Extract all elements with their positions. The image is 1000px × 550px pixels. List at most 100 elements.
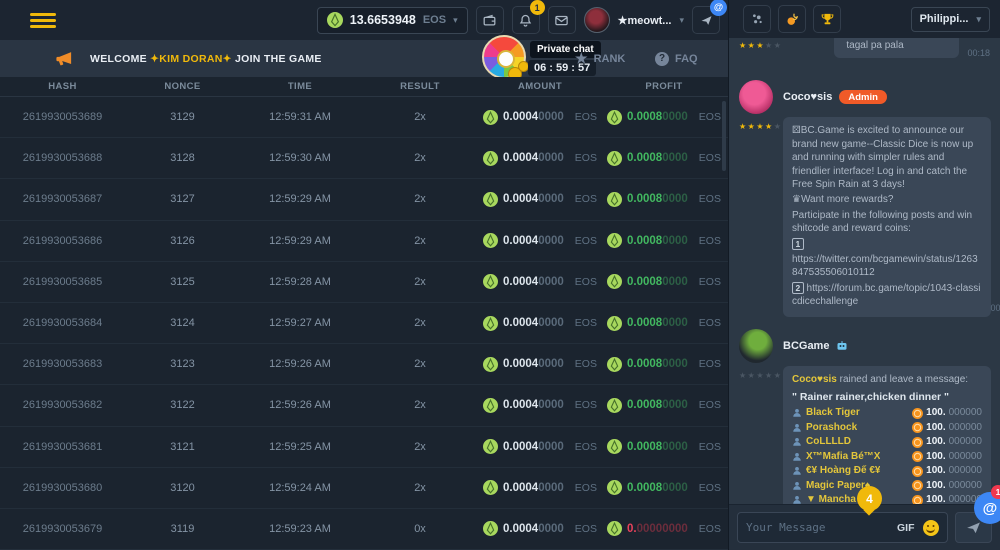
profit-cell: 0.00080000EOS [600,192,728,207]
profit-cell: 0.00080000EOS [600,439,728,454]
table-scrollbar[interactable] [722,101,726,171]
chat-username[interactable]: Coco♥sis [783,91,832,103]
link-text[interactable]: https://forum.bc.game/topic/1043-classic… [792,283,981,307]
avatar[interactable] [739,80,773,114]
menu-icon[interactable] [30,10,56,31]
notifications-badge: 1 [530,0,545,15]
balance-selector[interactable]: 13.6653948 EOS ▾ [317,7,468,34]
admin-badge: Admin [839,90,887,104]
table-row[interactable]: 2619930053686312612:59:29 AM2x 0.0004000… [0,221,728,262]
gif-button[interactable]: GIF [897,522,915,534]
rank-link[interactable]: ★ RANK [575,40,625,77]
table-row[interactable]: 2619930053683312312:59:26 AM2x 0.0004000… [0,344,728,385]
table-row[interactable]: 2619930053688312812:59:30 AM2x 0.0004000… [0,138,728,179]
table-row[interactable]: 2619930053684312412:59:27 AM2x 0.0004000… [0,303,728,344]
rain-recipient-row[interactable]: Magic Paper♠ 100.000000 [792,478,982,493]
table-row[interactable]: 2619930053680312012:59:24 AM2x 0.0004000… [0,468,728,509]
new-messages-badge[interactable]: 4 [857,486,882,511]
chat-message-input[interactable] [746,521,893,534]
trophy-icon [820,12,835,27]
eos-coin-icon [483,521,498,536]
notifications-button[interactable]: 1 [512,6,540,34]
amount-cell: 0.00040000EOS [480,521,600,536]
main-panel: 13.6653948 EOS ▾ 1 [0,0,728,550]
eos-coin-icon [483,192,498,207]
wallet-button[interactable] [476,6,504,34]
fireball-button[interactable] [778,5,806,33]
link-text[interactable]: https://twitter.com/bcgamewin/status/126… [792,253,982,280]
paper-plane-icon [699,13,714,28]
chat-header: Philippi... ▾ [729,0,1000,38]
table-row[interactable]: 2619930053687312712:59:29 AM2x 0.0004000… [0,179,728,220]
coin-icon [912,408,923,419]
user-icon [792,452,802,462]
eos-coin-icon [483,274,498,289]
rain-recipient-row[interactable]: X™Mafia Bé™X 100.000000 [792,449,982,464]
user-rating-stars: ★★★★★ [739,41,782,50]
avatar[interactable] [739,329,773,363]
table-row[interactable]: 2619930053685312512:59:28 AM2x 0.0004000… [0,262,728,303]
balance-currency: EOS [423,14,446,26]
user-rating-stars: ★★★★★ [739,122,779,131]
rain-quote: " Rainer rainer,chicken dinner " [792,390,982,404]
message-bubble: tagal pa pala [834,38,959,58]
contest-button[interactable] [813,5,841,33]
coin-icon [912,422,923,433]
chat-message: BCGame ★★★★★ Coco♥sis rained and leave a… [739,329,990,504]
chat-language-select[interactable]: Philippi... ▾ [911,7,990,32]
spin-wheel-icon[interactable] [482,35,526,79]
eos-coin-icon [483,233,498,248]
mention-bubble-button[interactable]: @1 [974,492,1000,524]
coin-icon [912,466,923,477]
username[interactable]: ★meowt... [618,14,672,27]
rain-recipient-row[interactable]: Black Tiger 100.000000 [792,406,982,421]
user-avatar[interactable] [584,7,610,33]
send-icon [965,519,982,536]
profit-cell: 0.00080000EOS [600,398,728,413]
star-icon: ★ [575,50,588,67]
mention-badge: @ [710,0,727,16]
amount-cell: 0.00040000EOS [480,192,600,207]
chat-username[interactable]: BCGame [783,340,829,352]
rain-recipient-row[interactable]: €¥ Hoàng Đế €¥ 100.000000 [792,464,982,479]
chevron-down-icon: ▾ [976,14,981,25]
faq-link[interactable]: ? FAQ [655,40,698,77]
chevron-down-icon: ▾ [453,15,458,26]
amount-cell: 0.00040000EOS [480,316,600,331]
rain-recipient-row[interactable]: Porashock 100.000000 [792,420,982,435]
amount-cell: 0.00040000EOS [480,233,600,248]
eos-coin-icon [483,316,498,331]
table-row[interactable]: 2619930053681312112:59:25 AM2x 0.0004000… [0,427,728,468]
user-icon [792,481,802,491]
eos-coin-icon [607,398,622,413]
messages-button[interactable] [548,6,576,34]
rain-recipient-row[interactable]: CoLLLLD 100.000000 [792,435,982,450]
mention-count-badge: 1 [991,485,1000,499]
player-name: KIM DORAN [159,53,222,65]
amount-cell: 0.00040000EOS [480,480,600,495]
eos-coin-icon [483,398,498,413]
eos-coin-icon [607,480,622,495]
balance-amount: 13.6653948 [350,13,416,27]
rainer-name[interactable]: Coco♥sis [792,374,837,385]
message-time: 00:2 [990,303,1000,313]
table-row[interactable]: 2619930053689312912:59:31 AM2x 0.0004000… [0,97,728,138]
eos-coin-icon [607,521,622,536]
chat-messages: ★★★★★ tagal pa pala 00:18 Coco♥sis Admin… [729,38,1000,504]
fireball-icon [785,12,800,27]
megaphone-icon [54,49,74,68]
table-row[interactable]: 2619930053679311912:59:23 AM0x 0.0004000… [0,509,728,550]
profit-cell: 0.00080000EOS [600,233,728,248]
rain-recipient-row[interactable]: ▼ Mancha ▼ 100.000000 [792,493,982,504]
amount-cell: 0.00040000EOS [480,357,600,372]
emoji-button[interactable] [923,520,939,536]
welcome-bar: WELCOME ✦KIM DORAN✦ JOIN THE GAME Privat… [0,40,728,77]
message-bubble: ⚄BC.Game is excited to announce our bran… [783,117,991,317]
eos-coin-icon [607,151,622,166]
eos-coin-icon [607,439,622,454]
private-chat-button[interactable]: @ [692,6,720,34]
table-row[interactable]: 2619930053682312212:59:26 AM2x 0.0004000… [0,385,728,426]
chevron-down-icon[interactable]: ▾ [679,15,684,26]
bet-results-table: HASH NONCE TIME RESULT AMOUNT PROFIT 261… [0,77,728,550]
rain-button[interactable] [743,5,771,33]
